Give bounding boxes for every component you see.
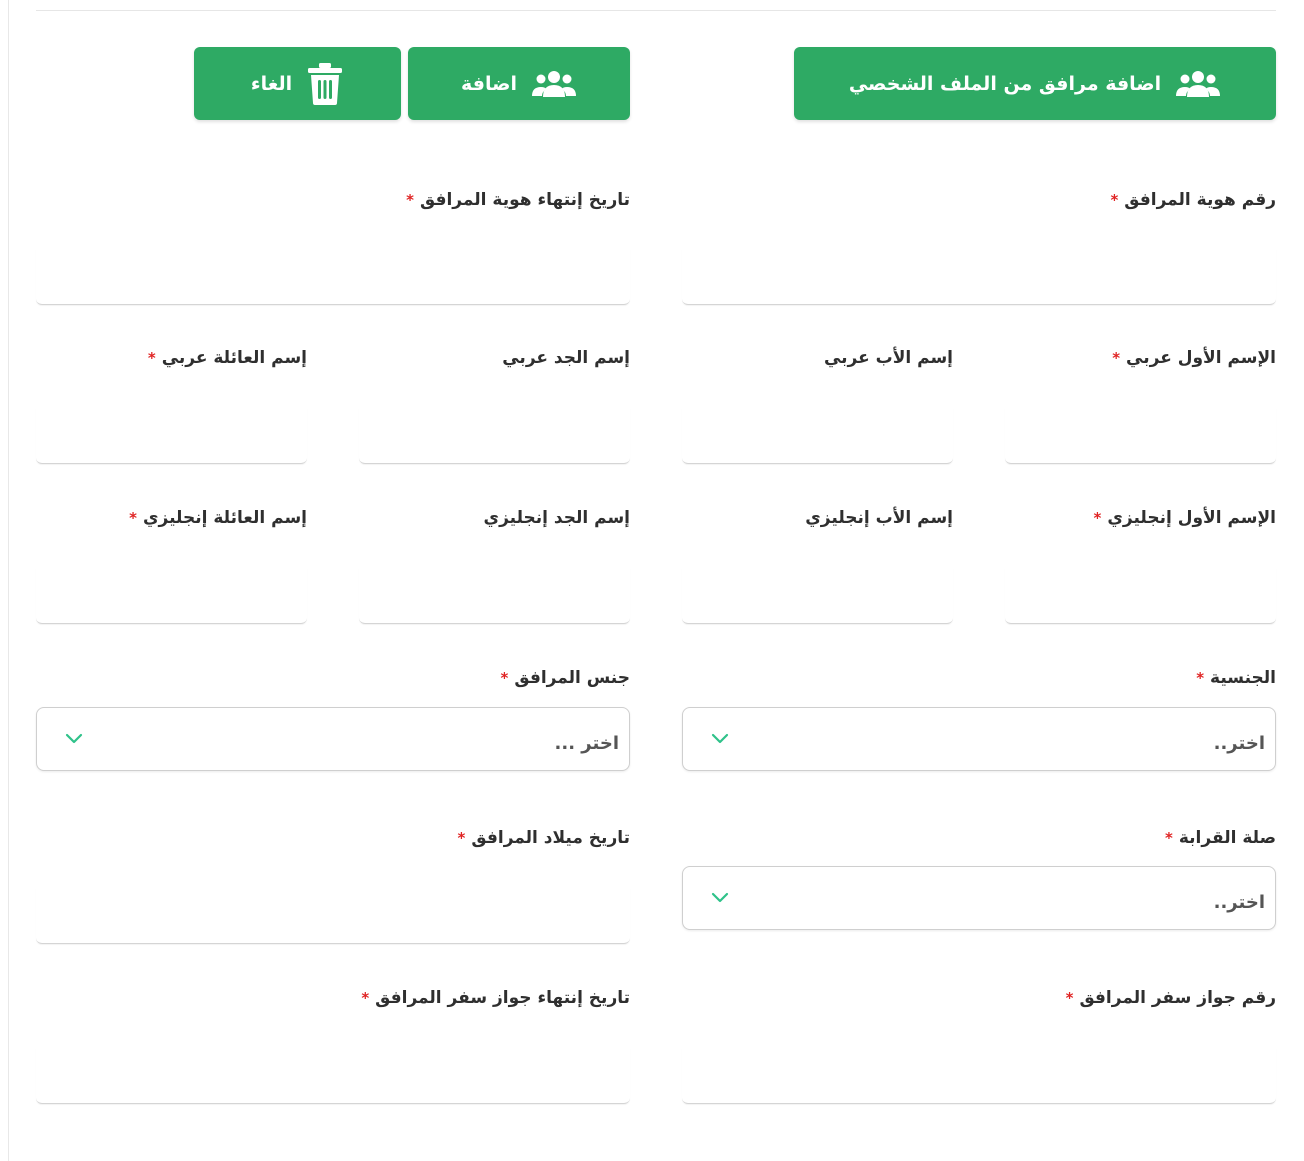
passport-expiry-input[interactable] bbox=[36, 1048, 630, 1104]
passport-number-input[interactable] bbox=[682, 1048, 1276, 1104]
id-expiry-label: تاريخ إنتهاء هوية المرافق* bbox=[406, 190, 630, 210]
add-from-profile-button[interactable]: اضافة مرافق من الملف الشخصي bbox=[794, 47, 1276, 120]
first-name-ar-input[interactable] bbox=[1005, 408, 1276, 464]
father-name-en-input[interactable] bbox=[682, 568, 953, 624]
father-name-ar-input[interactable] bbox=[682, 408, 953, 464]
required-mark: * bbox=[129, 509, 137, 527]
add-label: اضافة bbox=[461, 72, 517, 95]
required-mark: * bbox=[457, 829, 466, 847]
first-name-ar-label: الإسم الأول عربي* bbox=[1112, 348, 1276, 368]
chevron-down-icon bbox=[711, 733, 729, 745]
required-mark: * bbox=[1112, 349, 1121, 367]
grandfather-name-ar-input[interactable] bbox=[359, 408, 630, 464]
family-name-ar-label: إسم العائلة عربي* bbox=[147, 348, 307, 368]
grandfather-name-ar-label: إسم الجد عربي bbox=[502, 348, 630, 368]
gender-label: جنس المرافق* bbox=[500, 668, 630, 688]
chevron-down-icon bbox=[711, 892, 729, 904]
chevron-down-icon bbox=[65, 733, 83, 745]
required-mark: * bbox=[500, 669, 509, 687]
add-from-profile-label: اضافة مرافق من الملف الشخصي bbox=[848, 72, 1162, 95]
family-name-en-input[interactable] bbox=[36, 568, 307, 624]
id-number-input[interactable] bbox=[682, 249, 1276, 305]
relation-select[interactable]: اختر.. bbox=[682, 866, 1276, 930]
users-icon bbox=[531, 69, 577, 99]
companion-form-page: اضافة مرافق من الملف الشخصي اضافة الغاء … bbox=[0, 0, 1304, 1161]
gender-select-value: اختر ... bbox=[554, 732, 619, 754]
top-divider bbox=[36, 10, 1276, 11]
cancel-label: الغاء bbox=[250, 72, 293, 95]
family-name-en-label: إسم العائلة إنجليزي* bbox=[129, 508, 307, 528]
required-mark: * bbox=[361, 989, 370, 1007]
passport-number-label: رقم جواز سفر المرافق* bbox=[1065, 988, 1276, 1008]
first-name-en-label: الإسم الأول إنجليزي* bbox=[1093, 508, 1276, 528]
birth-date-input[interactable] bbox=[36, 888, 630, 944]
father-name-ar-label: إسم الأب عربي bbox=[823, 348, 953, 368]
users-icon bbox=[1175, 69, 1221, 99]
id-expiry-input[interactable] bbox=[36, 249, 630, 305]
required-mark: * bbox=[1165, 829, 1173, 847]
passport-expiry-label: تاريخ إنتهاء جواز سفر المرافق* bbox=[361, 988, 630, 1008]
nationality-select-value: اختر.. bbox=[1213, 732, 1265, 754]
cancel-button[interactable]: الغاء bbox=[194, 47, 401, 120]
grandfather-name-en-label: إسم الجد إنجليزي bbox=[483, 508, 631, 528]
required-mark: * bbox=[1093, 509, 1102, 527]
trash-icon bbox=[306, 62, 344, 106]
grandfather-name-en-input[interactable] bbox=[359, 568, 630, 624]
family-name-ar-input[interactable] bbox=[36, 408, 307, 464]
required-mark: * bbox=[147, 349, 156, 367]
first-name-en-input[interactable] bbox=[1005, 568, 1276, 624]
father-name-en-label: إسم الأب إنجليزي bbox=[805, 508, 953, 528]
gender-select[interactable]: اختر ... bbox=[36, 707, 630, 771]
add-button[interactable]: اضافة bbox=[408, 47, 630, 120]
nationality-label: الجنسية* bbox=[1196, 668, 1276, 688]
required-mark: * bbox=[1065, 989, 1074, 1007]
nationality-select[interactable]: اختر.. bbox=[682, 707, 1276, 771]
relation-select-value: اختر.. bbox=[1213, 891, 1265, 913]
id-number-label: رقم هوية المرافق* bbox=[1110, 190, 1276, 210]
required-mark: * bbox=[1110, 191, 1119, 209]
relation-label: صلة القرابة* bbox=[1165, 828, 1276, 848]
birth-date-label: تاريخ ميلاد المرافق* bbox=[457, 828, 630, 848]
required-mark: * bbox=[406, 191, 414, 209]
required-mark: * bbox=[1196, 669, 1205, 687]
